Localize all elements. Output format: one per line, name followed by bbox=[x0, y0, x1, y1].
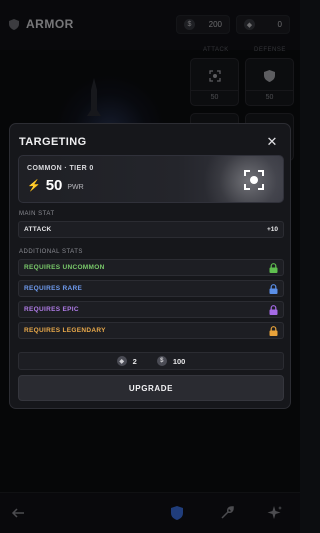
gem-cost-value: 2 bbox=[132, 356, 137, 366]
item-modal: TARGETING ✕ COMMON · TIER 0 ⚡ 50 PWR MAI… bbox=[9, 123, 291, 409]
item-power: ⚡ 50 PWR bbox=[27, 177, 84, 194]
targeting-icon bbox=[244, 170, 264, 190]
locked-stat-label: REQUIRES RARE bbox=[24, 285, 83, 292]
lock-icon bbox=[269, 326, 278, 336]
lock-icon bbox=[269, 305, 278, 315]
main-stat-value: +10 bbox=[266, 226, 278, 233]
item-summary-card: COMMON · TIER 0 ⚡ 50 PWR bbox=[18, 155, 284, 203]
locked-stat-label: REQUIRES EPIC bbox=[24, 306, 79, 313]
coin-icon: $ bbox=[156, 356, 167, 366]
power-value: 50 bbox=[45, 177, 63, 194]
upgrade-cost: ◆ 2 $ 100 bbox=[18, 352, 284, 370]
upgrade-button[interactable]: UPGRADE bbox=[18, 375, 284, 401]
locked-stat-row: REQUIRES LEGENDARY bbox=[18, 322, 284, 339]
main-stat-name: ATTACK bbox=[24, 226, 52, 233]
coin-cost-value: 100 bbox=[172, 356, 186, 366]
gem-icon: ◆ bbox=[116, 356, 127, 366]
locked-stat-row: REQUIRES UNCOMMON bbox=[18, 259, 284, 276]
locked-stat-label: REQUIRES LEGENDARY bbox=[24, 327, 106, 334]
modal-title: TARGETING bbox=[19, 136, 87, 148]
main-stat-row: ATTACK +10 bbox=[18, 221, 284, 238]
lightning-icon: ⚡ bbox=[27, 180, 41, 192]
additional-stats-label: ADDITIONAL STATS bbox=[19, 249, 83, 255]
power-unit: PWR bbox=[67, 184, 84, 191]
item-rarity-tier: COMMON · TIER 0 bbox=[27, 165, 94, 172]
locked-stat-label: REQUIRES UNCOMMON bbox=[24, 264, 105, 271]
main-stat-label: MAIN STAT bbox=[19, 211, 55, 217]
close-icon[interactable]: ✕ bbox=[264, 134, 280, 150]
locked-stat-row: REQUIRES EPIC bbox=[18, 301, 284, 318]
lock-icon bbox=[269, 263, 278, 273]
lock-icon bbox=[269, 284, 278, 294]
locked-stat-row: REQUIRES RARE bbox=[18, 280, 284, 297]
